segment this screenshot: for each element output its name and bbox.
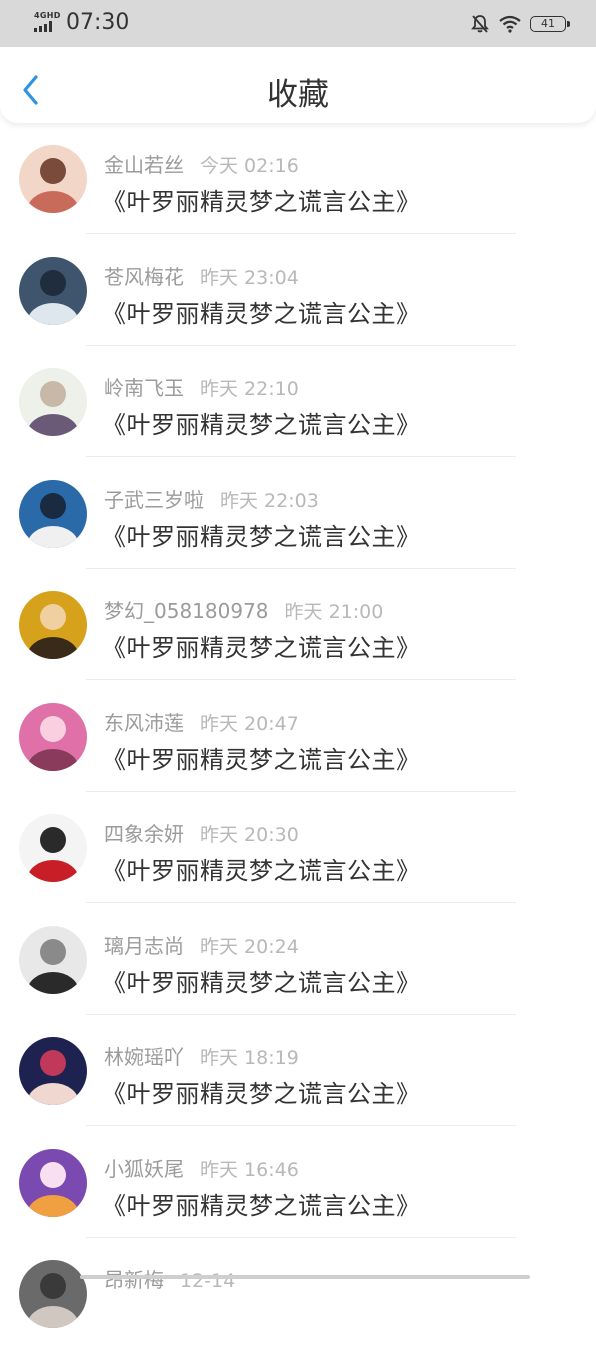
user-name[interactable]: 四象余妍 <box>104 822 184 846</box>
avatar[interactable] <box>19 1260 87 1328</box>
avatar[interactable] <box>19 479 87 548</box>
list-item[interactable]: 林婉瑶吖 昨天 18:19 《叶罗丽精灵梦之谎言公主》 <box>0 1015 596 1126</box>
timestamp: 今天 02:16 <box>200 155 299 177</box>
avatar[interactable] <box>19 591 87 659</box>
book-title[interactable]: 《叶罗丽精灵梦之谎言公主》 <box>102 294 421 329</box>
status-icons: 41 <box>470 13 570 35</box>
book-title[interactable]: 《叶罗丽精灵梦之谎言公主》 <box>102 1074 421 1109</box>
item-meta: 东风沛莲 昨天 20:47 <box>104 707 299 736</box>
timestamp: 昨天 20:30 <box>200 824 299 846</box>
avatar[interactable] <box>19 702 87 771</box>
user-name[interactable]: 岭南飞玉 <box>104 376 184 400</box>
user-name[interactable]: 子武三岁啦 <box>104 488 204 512</box>
book-title[interactable]: 《叶罗丽精灵梦之谎言公主》 <box>102 517 421 552</box>
timestamp: 昨天 20:24 <box>200 935 299 958</box>
item-meta: 四象余妍 昨天 20:30 <box>104 818 299 847</box>
avatar[interactable] <box>19 145 87 213</box>
user-name[interactable]: 璃月志尚 <box>104 934 184 958</box>
status-bar: 4GHD 07:30 41 <box>0 0 596 47</box>
book-title[interactable]: 《叶罗丽精灵梦之谎言公主》 <box>102 1186 421 1221</box>
list-item[interactable]: 东风沛莲 昨天 20:47 《叶罗丽精灵梦之谎言公主》 <box>0 681 596 792</box>
page-title: 收藏 <box>267 77 329 113</box>
list-item[interactable]: 昂新梅 12-14 <box>0 1238 596 1349</box>
book-title[interactable]: 《叶罗丽精灵梦之谎言公主》 <box>102 405 421 440</box>
user-name[interactable]: 苍风梅花 <box>104 265 184 289</box>
scroll-indicator <box>80 1275 530 1279</box>
user-name[interactable]: 小狐妖尾 <box>104 1157 184 1181</box>
list-item[interactable]: 岭南飞玉 昨天 22:10 《叶罗丽精灵梦之谎言公主》 <box>0 346 596 457</box>
mute-bell-icon <box>471 15 489 33</box>
list-item[interactable]: 金山若丝 今天 02:16 《叶罗丽精灵梦之谎言公主》 <box>0 123 596 234</box>
timestamp: 昨天 20:47 <box>200 712 299 735</box>
list-item[interactable]: 苍风梅花 昨天 23:04 《叶罗丽精灵梦之谎言公主》 <box>0 235 596 346</box>
timestamp: 12-14 <box>180 1270 236 1292</box>
book-title[interactable]: 《叶罗丽精灵梦之谎言公主》 <box>102 851 421 886</box>
item-meta: 子武三岁啦 昨天 22:03 <box>104 484 319 513</box>
timestamp: 昨天 23:04 <box>200 266 299 289</box>
network-type: 4GHD <box>34 11 61 20</box>
avatar[interactable] <box>19 368 87 436</box>
item-meta: 金山若丝 今天 02:16 <box>104 149 299 178</box>
wifi-icon <box>499 15 521 33</box>
user-name[interactable]: 东风沛莲 <box>104 711 184 735</box>
avatar[interactable] <box>19 1148 87 1217</box>
book-title[interactable]: 《叶罗丽精灵梦之谎言公主》 <box>102 628 421 663</box>
status-time: 07:30 <box>66 10 130 35</box>
timestamp: 昨天 16:46 <box>200 1158 299 1181</box>
network-indicator: 4GHD <box>34 11 60 33</box>
item-meta: 梦幻_058180978 昨天 21:00 <box>104 595 383 624</box>
timestamp: 昨天 22:10 <box>200 378 299 400</box>
book-title[interactable]: 《叶罗丽精灵梦之谎言公主》 <box>102 963 421 998</box>
user-name[interactable]: 昂新梅 <box>104 1268 164 1292</box>
list-item[interactable]: 四象余妍 昨天 20:30 《叶罗丽精灵梦之谎言公主》 <box>0 792 596 903</box>
timestamp: 昨天 18:19 <box>200 1047 299 1069</box>
list-item[interactable]: 璃月志尚 昨天 20:24 《叶罗丽精灵梦之谎言公主》 <box>0 904 596 1015</box>
avatar[interactable] <box>19 925 87 994</box>
user-name[interactable]: 金山若丝 <box>104 153 184 177</box>
list-item[interactable]: 小狐妖尾 昨天 16:46 《叶罗丽精灵梦之谎言公主》 <box>0 1127 596 1238</box>
signal-icon <box>34 21 52 32</box>
timestamp: 昨天 21:00 <box>284 601 384 623</box>
item-meta: 苍风梅花 昨天 23:04 <box>104 261 299 290</box>
item-meta: 小狐妖尾 昨天 16:46 <box>104 1153 299 1182</box>
user-name[interactable]: 林婉瑶吖 <box>104 1045 184 1069</box>
book-title[interactable]: 《叶罗丽精灵梦之谎言公主》 <box>102 740 421 775</box>
book-title[interactable]: 《叶罗丽精灵梦之谎言公主》 <box>102 182 421 217</box>
timestamp: 昨天 22:03 <box>220 489 319 512</box>
avatar[interactable] <box>19 256 87 325</box>
item-meta: 岭南飞玉 昨天 22:10 <box>104 372 299 401</box>
avatar[interactable] <box>19 814 87 882</box>
list-item[interactable]: 梦幻_058180978 昨天 21:00 《叶罗丽精灵梦之谎言公主》 <box>0 569 596 680</box>
avatar[interactable] <box>19 1037 87 1105</box>
user-name[interactable]: 梦幻_058180978 <box>104 599 269 623</box>
app-header: 收藏 <box>0 47 596 123</box>
battery-indicator: 41 <box>530 16 570 32</box>
list-item[interactable]: 子武三岁啦 昨天 22:03 《叶罗丽精灵梦之谎言公主》 <box>0 458 596 569</box>
item-meta: 林婉瑶吖 昨天 18:19 <box>104 1041 299 1070</box>
item-meta: 璃月志尚 昨天 20:24 <box>104 930 299 959</box>
